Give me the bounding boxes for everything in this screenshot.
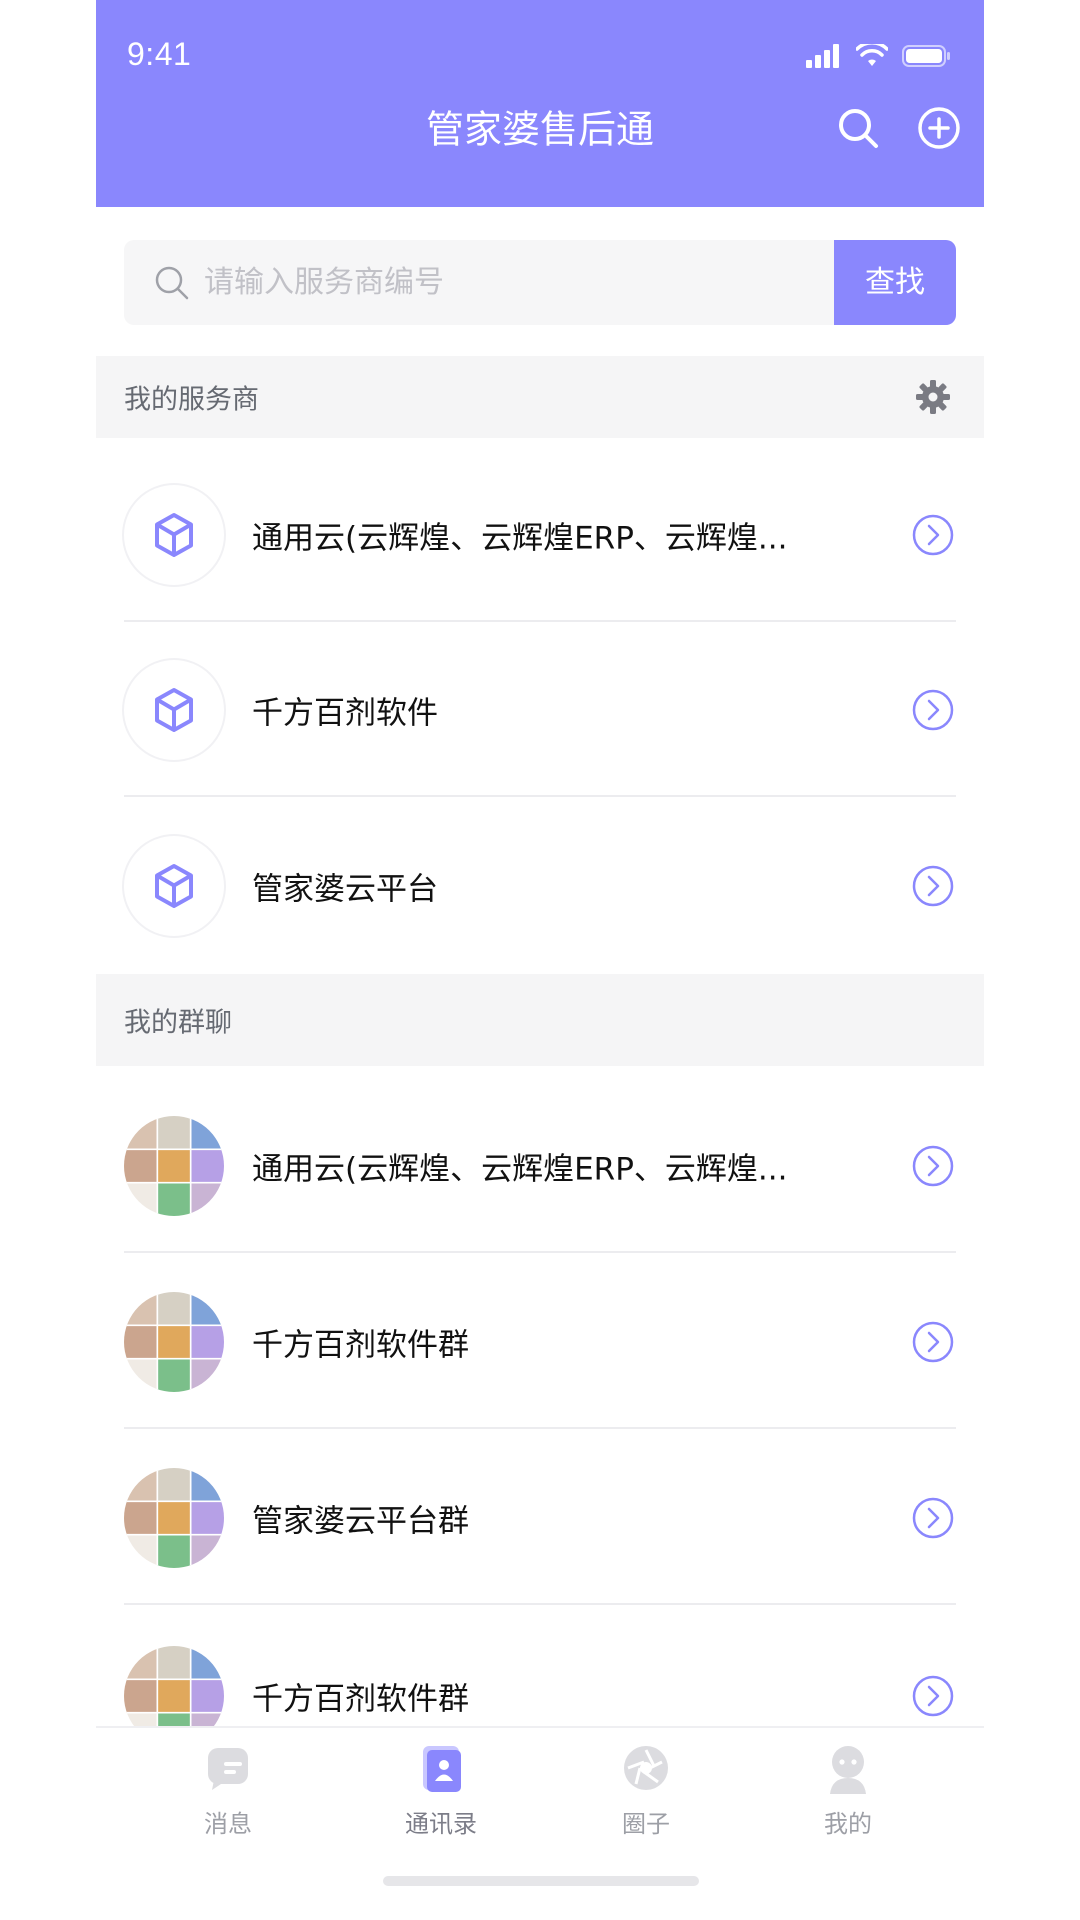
service-row[interactable]: 管家婆云平台 bbox=[96, 799, 984, 973]
service-name: 千方百剂软件 bbox=[252, 695, 438, 732]
group-avatar bbox=[124, 1292, 224, 1392]
group-row[interactable]: 通用云(云辉煌、云辉煌ERP、云辉煌... bbox=[96, 1079, 984, 1253]
group-name: 管家婆云平台群 bbox=[252, 1503, 469, 1540]
circle-icon bbox=[624, 1746, 668, 1790]
section-header-groups: 我的群聊 bbox=[96, 974, 984, 1066]
chevron-right-icon[interactable] bbox=[912, 1321, 954, 1363]
chevron-right-icon[interactable] bbox=[912, 865, 954, 907]
battery-icon bbox=[902, 45, 950, 67]
service-row[interactable]: 通用云(云辉煌、云辉煌ERP、云辉煌... bbox=[96, 448, 984, 622]
search-icon[interactable] bbox=[834, 104, 882, 152]
group-name: 千方百剂软件群 bbox=[252, 1327, 469, 1364]
tab-contacts[interactable]: 通讯录 bbox=[376, 1740, 506, 1839]
divider bbox=[124, 795, 956, 797]
group-avatar bbox=[124, 1468, 224, 1568]
profile-icon bbox=[830, 1746, 866, 1794]
service-avatar bbox=[124, 836, 224, 936]
tab-label: 通讯录 bbox=[405, 1810, 477, 1838]
service-avatar bbox=[124, 660, 224, 760]
gear-icon[interactable] bbox=[914, 378, 952, 416]
chevron-right-icon[interactable] bbox=[912, 1145, 954, 1187]
group-avatar-grid bbox=[124, 1468, 224, 1568]
section-label: 我的服务商 bbox=[124, 384, 259, 416]
service-name: 通用云(云辉煌、云辉煌ERP、云辉煌... bbox=[252, 520, 788, 557]
chevron-right-icon[interactable] bbox=[912, 514, 954, 556]
status-icons bbox=[806, 38, 952, 74]
tab-label: 圈子 bbox=[622, 1810, 670, 1838]
tab-circle[interactable]: 圈子 bbox=[581, 1740, 711, 1839]
cube-icon bbox=[155, 513, 193, 557]
chevron-right-icon[interactable] bbox=[912, 1675, 954, 1717]
divider bbox=[124, 1603, 956, 1605]
tab-label: 消息 bbox=[204, 1810, 252, 1838]
group-name: 千方百剂软件群 bbox=[252, 1681, 469, 1718]
tab-label: 我的 bbox=[824, 1810, 872, 1838]
divider bbox=[124, 1251, 956, 1253]
cube-icon bbox=[155, 688, 193, 732]
service-row[interactable]: 千方百剂软件 bbox=[96, 623, 984, 797]
add-circle-icon[interactable] bbox=[915, 104, 963, 152]
tab-messages[interactable]: 消息 bbox=[163, 1740, 293, 1839]
phone-screen: 9:41 管家婆售后通 请输入服务商编号 查找 我的服务商 通用云(云辉煌、云辉… bbox=[96, 0, 984, 1920]
group-avatar-grid bbox=[124, 1292, 224, 1392]
group-row[interactable]: 管家婆云平台群 bbox=[96, 1431, 984, 1605]
contacts-icon bbox=[423, 1746, 461, 1792]
search-input[interactable]: 请输入服务商编号 bbox=[124, 240, 834, 325]
cube-icon bbox=[155, 864, 193, 908]
search-icon bbox=[155, 266, 189, 300]
message-icon bbox=[208, 1748, 248, 1790]
home-indicator bbox=[383, 1876, 699, 1886]
search-placeholder: 请输入服务商编号 bbox=[204, 265, 444, 300]
section-label: 我的群聊 bbox=[124, 1007, 232, 1039]
section-header-services: 我的服务商 bbox=[96, 356, 984, 438]
divider bbox=[124, 620, 956, 622]
group-name: 通用云(云辉煌、云辉煌ERP、云辉煌... bbox=[252, 1151, 788, 1188]
tab-bar: 消息 通讯录 圈子 我的 bbox=[96, 1726, 984, 1920]
search-bar: 请输入服务商编号 查找 bbox=[124, 240, 956, 325]
group-avatar-grid bbox=[124, 1116, 224, 1216]
divider bbox=[124, 1427, 956, 1429]
group-row[interactable]: 千方百剂软件群 bbox=[96, 1255, 984, 1429]
service-avatar bbox=[124, 485, 224, 585]
group-avatar bbox=[124, 1116, 224, 1216]
tab-profile[interactable]: 我的 bbox=[783, 1740, 913, 1839]
chevron-right-icon[interactable] bbox=[912, 689, 954, 731]
status-time: 9:41 bbox=[127, 36, 192, 72]
wifi-icon bbox=[856, 44, 888, 66]
signal-icon bbox=[806, 44, 839, 68]
chevron-right-icon[interactable] bbox=[912, 1497, 954, 1539]
search-button[interactable]: 查找 bbox=[834, 240, 956, 325]
service-name: 管家婆云平台 bbox=[252, 871, 438, 908]
app-header: 9:41 管家婆售后通 bbox=[96, 0, 984, 207]
